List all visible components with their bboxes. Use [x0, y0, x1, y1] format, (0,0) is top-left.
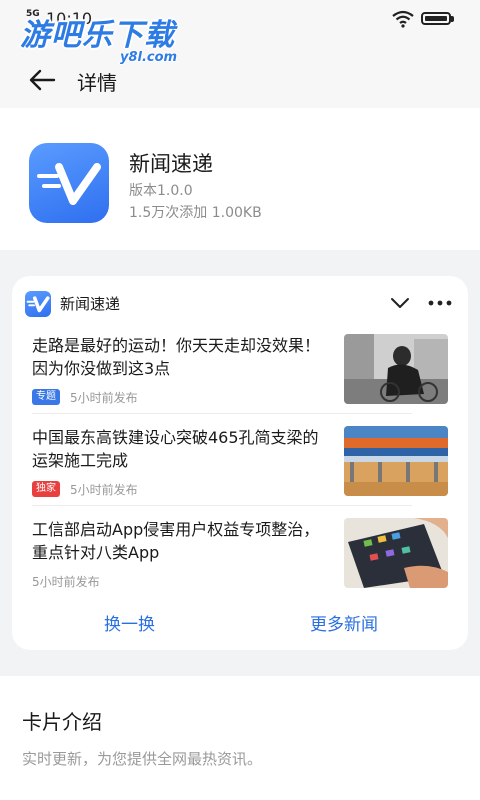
card-intro-section: 卡片介绍 实时更新，为您提供全网最热资讯。	[0, 676, 480, 800]
battery-cap	[451, 16, 454, 22]
news-item[interactable]: 中国最东高铁建设心突破465孔简支梁的运架施工完成 独家 5小时前发布	[32, 426, 448, 516]
news-title: 走路是最好的运动！你天天走却没效果！因为你没做到这3点	[32, 336, 321, 378]
app-info-section: 新闻速递 版本1.0.0 1.5万次添加 1.00KB	[0, 108, 480, 250]
topic-tag: 专题	[32, 389, 60, 405]
battery-icon	[421, 12, 451, 25]
news-item[interactable]: 工信部启动App侵害用户权益专项整治，重点针对八类App 5小时前发布	[32, 518, 448, 608]
watermark-domain: y8l.com	[120, 50, 178, 65]
news-meta: 独家 5小时前发布	[32, 480, 138, 498]
app-stats: 1.5万次添加 1.00KB	[129, 205, 262, 221]
news-thumbnail	[344, 334, 448, 404]
news-time: 5小时前发布	[70, 482, 138, 497]
card-app-icon	[25, 291, 51, 317]
exclusive-tag: 独家	[32, 481, 60, 497]
intro-text: 实时更新，为您提供全网最热资讯。	[22, 750, 263, 768]
news-thumbnail	[344, 426, 448, 496]
wifi-icon	[392, 10, 414, 28]
news-item[interactable]: 走路是最好的运动！你天天走却没效果！因为你没做到这3点 专题 5小时前发布	[32, 334, 448, 424]
app-icon	[29, 143, 109, 223]
more-news-button[interactable]: 更多新闻	[310, 610, 378, 635]
news-meta: 5小时前发布	[32, 572, 100, 590]
v-logo-icon	[37, 163, 101, 205]
news-meta: 专题 5小时前发布	[32, 388, 138, 406]
back-arrow-icon[interactable]	[26, 64, 58, 96]
v-logo-icon	[26, 296, 50, 313]
watermark-logo: 游吧乐下载	[20, 18, 175, 53]
news-title: 中国最东高铁建设心突破465孔简支梁的运架施工完成	[32, 428, 319, 470]
app-name: 新闻速递	[129, 152, 213, 176]
news-title: 工信部启动App侵害用户权益专项整治，重点针对八类App	[32, 520, 320, 562]
card-title: 新闻速递	[60, 295, 121, 313]
page-title: 详情	[77, 71, 117, 95]
app-version: 版本1.0.0	[129, 183, 193, 199]
chevron-down-icon[interactable]	[390, 293, 410, 313]
more-icon[interactable]	[428, 298, 452, 308]
refresh-button[interactable]: 换一换	[104, 610, 155, 635]
divider	[32, 505, 412, 506]
news-thumbnail	[344, 518, 448, 588]
news-time: 5小时前发布	[70, 390, 138, 405]
divider	[32, 413, 412, 414]
news-card: 新闻速递 走路是最好的运动！你天天走却没效果！因为你没做到这3点 专题 5小时前…	[12, 276, 468, 650]
news-time: 5小时前发布	[32, 574, 100, 589]
intro-heading: 卡片介绍	[22, 710, 102, 734]
